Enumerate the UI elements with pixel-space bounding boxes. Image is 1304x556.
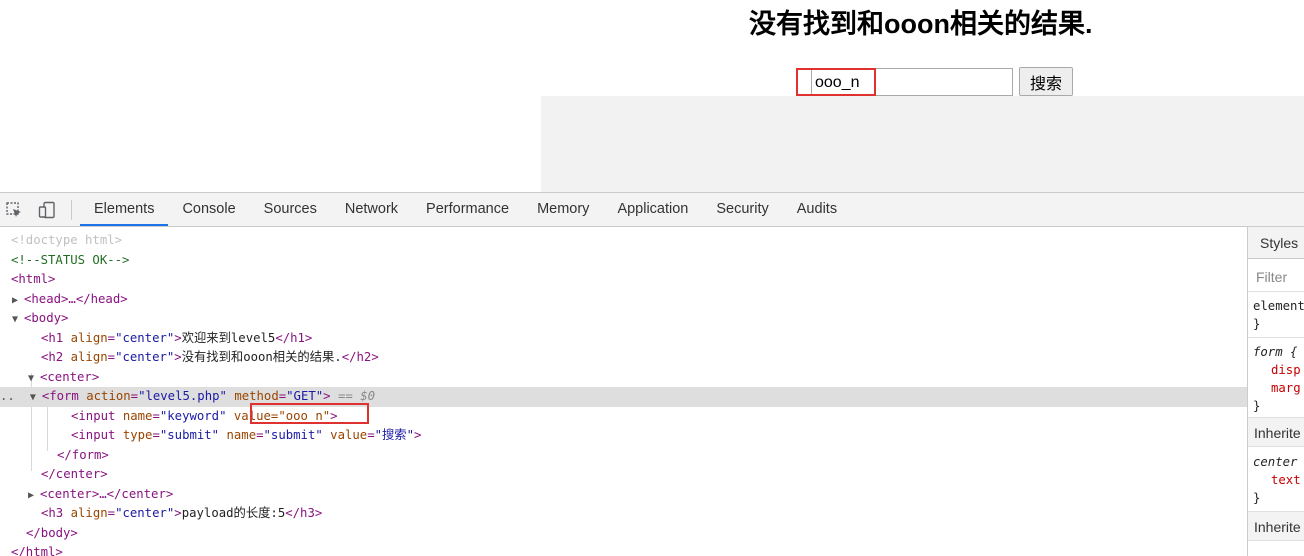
dom-head-node[interactable]: ▶ <head>…</head> bbox=[0, 290, 1247, 310]
tab-sources[interactable]: Sources bbox=[250, 193, 331, 226]
inherited-header: Inherite bbox=[1248, 511, 1304, 541]
dom-body-close[interactable]: </body> bbox=[0, 524, 1247, 544]
dom-h3-node[interactable]: <h3 align="center">payload的长度:5</h3> bbox=[0, 504, 1247, 524]
styles-separator bbox=[1248, 291, 1304, 292]
devtools-toolbar: Elements Console Sources Network Perform… bbox=[0, 193, 1304, 227]
dom-html-close[interactable]: </html> bbox=[0, 543, 1247, 556]
styles-separator bbox=[1248, 337, 1304, 338]
dom-center-open[interactable]: ▼ <center> bbox=[0, 368, 1247, 388]
dom-body-open[interactable]: ▼ <body> bbox=[0, 309, 1247, 329]
toolbar-divider bbox=[71, 200, 72, 220]
tab-security[interactable]: Security bbox=[702, 193, 782, 226]
dom-input-keyword[interactable]: <input name="keyword" value="ooo_n"> bbox=[0, 407, 1247, 427]
styles-tab[interactable]: Styles bbox=[1248, 227, 1304, 259]
result-heading: 没有找到和ooon相关的结果. bbox=[749, 9, 1093, 39]
dom-form-close[interactable]: </form> bbox=[0, 446, 1247, 466]
style-rule-form[interactable]: form { disp marg } bbox=[1253, 343, 1301, 415]
styles-panel: Styles Filter element } form { disp marg… bbox=[1247, 227, 1304, 556]
dom-html-open[interactable]: <html> bbox=[0, 270, 1247, 290]
page-gray-area bbox=[541, 96, 1304, 192]
styles-filter-input[interactable]: Filter bbox=[1256, 269, 1287, 285]
dom-center-close[interactable]: </center> bbox=[0, 465, 1247, 485]
web-page: 没有找到和ooon相关的结果. 搜索 bbox=[0, 0, 1304, 192]
keyword-input[interactable] bbox=[811, 68, 1013, 96]
style-rule-element[interactable]: element } bbox=[1253, 297, 1304, 333]
dom-h1-node[interactable]: <h1 align="center">欢迎来到level5</h1> bbox=[0, 329, 1247, 349]
tab-elements[interactable]: Elements bbox=[80, 193, 169, 226]
tab-performance[interactable]: Performance bbox=[412, 193, 523, 226]
tab-console[interactable]: Console bbox=[168, 193, 249, 226]
dom-center-collapsed[interactable]: ▶ <center>…</center> bbox=[0, 485, 1247, 505]
dom-comment[interactable]: <!--STATUS OK--> bbox=[0, 251, 1247, 271]
search-button[interactable]: 搜索 bbox=[1019, 67, 1073, 96]
tab-application[interactable]: Application bbox=[603, 193, 702, 226]
dom-form-node-selected[interactable]: .. ▼ <form action="level5.php" method="GET… bbox=[0, 387, 1247, 407]
tab-network[interactable]: Network bbox=[331, 193, 412, 226]
inherited-header: Inherite bbox=[1248, 417, 1304, 447]
inspect-element-icon[interactable] bbox=[5, 201, 23, 219]
tab-audits[interactable]: Audits bbox=[783, 193, 851, 226]
style-rule-center[interactable]: center text } bbox=[1253, 453, 1301, 507]
device-toolbar-icon[interactable] bbox=[38, 201, 56, 219]
dom-input-submit[interactable]: <input type="submit" name="submit" value… bbox=[0, 426, 1247, 446]
dom-h2-node[interactable]: <h2 align="center">没有找到和ooon相关的结果.</h2> bbox=[0, 348, 1247, 368]
input-value-attr: value="ooo_n" bbox=[233, 408, 331, 423]
tab-memory[interactable]: Memory bbox=[523, 193, 603, 226]
devtools-panel: Elements Console Sources Network Perform… bbox=[0, 192, 1304, 556]
elements-dom-tree: <!doctype html> <!--STATUS OK--> <html> … bbox=[0, 227, 1247, 556]
dom-doctype[interactable]: <!doctype html> bbox=[0, 231, 1247, 251]
devtools-tabs: Elements Console Sources Network Perform… bbox=[80, 193, 851, 226]
